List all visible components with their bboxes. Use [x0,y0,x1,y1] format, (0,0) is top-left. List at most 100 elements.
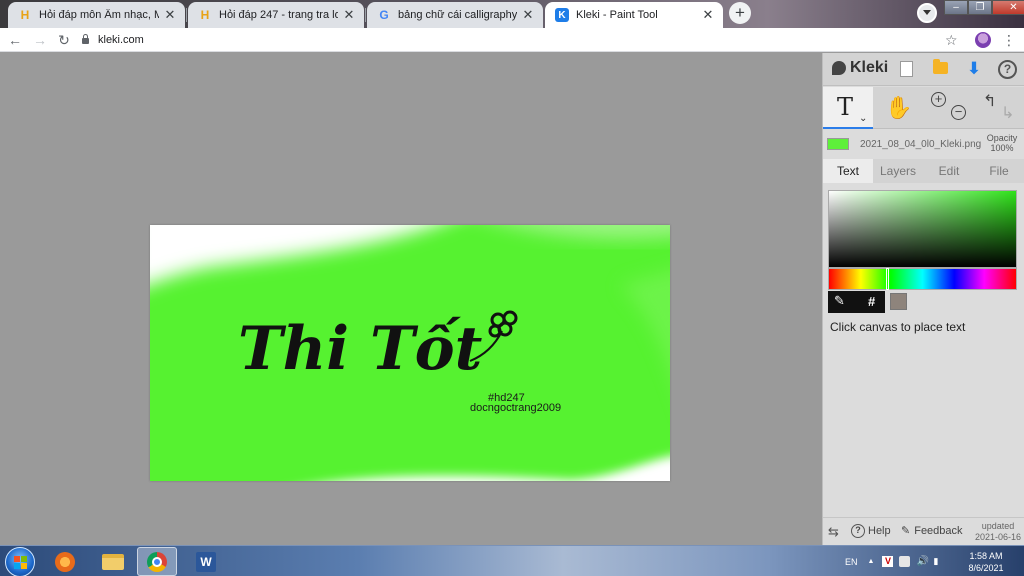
color-saturation-picker[interactable] [828,190,1017,268]
hue-slider-handle[interactable] [886,268,889,290]
text-tool-button[interactable]: T ⌄ [823,87,873,129]
redo-icon[interactable]: ↳ [1001,103,1014,123]
caption-author: docngoctrang2009 [470,402,562,414]
chrome-icon [147,551,167,572]
tab-edit[interactable]: Edit [924,159,974,183]
show-hidden-icons-icon[interactable]: ▲ [868,558,875,565]
minimize-icon[interactable]: – [944,0,968,15]
system-tray: EN ▲ V 🔊 ▮ [845,546,950,576]
window-controls: – ❐ ✕ [944,0,1024,16]
taskbar-media-player[interactable] [45,547,85,576]
profile-dropdown-icon[interactable] [917,3,937,23]
feedback-pen-icon: ✎ [901,525,911,537]
system-clock[interactable]: 1:58 AM 8/6/2021 [962,550,1010,574]
undo-icon[interactable]: ↰ [983,91,996,111]
panel-tabs: Text Layers Edit File [823,159,1024,183]
opacity-label: Opacity [986,133,1018,143]
signal-icon[interactable]: ▮ [933,556,944,567]
hoidap-favicon-icon: H [20,8,30,22]
back-icon[interactable]: ← [6,31,24,49]
canvas-workspace[interactable]: Thi Tốt #hd247 docngoctrang2009 [0,53,822,545]
address-bar[interactable]: kleki.com [82,31,144,49]
drawing-canvas[interactable]: Thi Tốt #hd247 docngoctrang2009 [150,225,670,481]
white-brush-stroke-bottom [341,456,670,481]
zoom-in-icon[interactable]: + [931,92,946,107]
tool-row: T ⌄ ✋ + − ↰ ↳ [823,87,1024,129]
secondary-color-swatch[interactable] [890,293,907,310]
windows-taskbar: W EN ▲ V 🔊 ▮ 1:58 AM 8/6/2021 [0,545,1024,576]
bookmark-star-icon[interactable]: ☆ [945,31,958,49]
updated-info[interactable]: updated 2021-06-16 [974,521,1022,543]
tab-google-search[interactable]: G bảng chữ cái calligraphy - Googl ✕ [367,2,543,28]
hue-slider[interactable] [828,268,1017,290]
kleki-logo[interactable]: Kleki [832,59,888,77]
url-text: kleki.com [98,34,144,46]
tab-kleki[interactable]: K Kleki - Paint Tool ✕ [545,2,723,28]
language-indicator[interactable]: EN [845,557,858,567]
tab-hoi-dap-247[interactable]: H Hỏi đáp 247 - trang tra loi ✕ [188,2,364,28]
kleki-logo-text: Kleki [850,59,889,76]
profile-avatar[interactable] [975,32,991,48]
hand-tool-icon[interactable]: ✋ [885,95,912,121]
updated-label: updated [981,521,1015,531]
opacity-value: 100% [990,143,1014,153]
help-icon[interactable]: ? [998,60,1017,79]
eyedropper-icon[interactable]: ✎ [834,293,845,309]
vietnamese-ime-icon[interactable]: V [882,556,894,567]
lock-icon [82,34,89,44]
network-icon[interactable] [899,556,911,567]
new-tab-button[interactable]: + [729,2,751,24]
reload-icon[interactable]: ↻ [55,31,73,49]
google-favicon-icon: G [379,8,389,22]
start-button[interactable] [5,547,35,576]
hex-input-button[interactable]: # [868,294,875,309]
windows-logo-icon [14,556,27,569]
swap-panel-icon[interactable]: ⇆ [828,524,839,540]
chevron-down-icon[interactable]: ⌄ [859,113,867,124]
text-tool-hint: Click canvas to place text [830,320,966,334]
updated-date: 2021-06-16 [974,532,1022,542]
download-icon[interactable]: ⬇ [964,59,984,79]
headline-text: Thi Tốt [238,314,483,384]
help-link[interactable]: ? Help [851,524,891,538]
volume-icon[interactable]: 🔊 [916,556,928,567]
close-tab-icon[interactable]: ✕ [701,7,715,23]
close-window-icon[interactable]: ✕ [992,0,1024,15]
tab-hoi-dap-am-nhac[interactable]: H Hỏi đáp môn Âm nhạc, Mỹ thuật ✕ [8,2,185,28]
menu-icon[interactable]: ⋮ [1002,31,1016,49]
kleki-side-panel: Kleki ⬇ ? T ⌄ ✋ + − ↰ ↳ 2021_08_04_0l0_K… [822,53,1024,545]
feedback-link[interactable]: ✎ Feedback [901,524,963,538]
tab-separator [186,8,187,22]
taskbar-word[interactable]: W [186,547,226,576]
layer-thumbnail [827,138,849,150]
folder-icon [102,553,124,570]
feedback-label: Feedback [914,524,963,537]
panel-bottom-bar: ⇆ ? Help ✎ Feedback updated 2021-06-16 [823,517,1024,545]
light-brush-stroke-top-right [505,225,670,239]
clock-date: 8/6/2021 [968,563,1004,573]
taskbar-chrome[interactable] [137,547,177,576]
browser-toolbar: ← → ↻ kleki.com ☆ ⋮ [0,28,1024,52]
layer-name: 2021_08_04_0l0_Kleki.png [860,139,982,150]
tab-title: Kleki - Paint Tool [576,9,658,21]
tab-title: bảng chữ cái calligraphy - Googl [398,9,517,21]
open-folder-icon[interactable] [933,59,948,74]
close-tab-icon[interactable]: ✕ [342,7,356,23]
media-player-icon [55,551,75,572]
layer-preview-row[interactable]: 2021_08_04_0l0_Kleki.png Opacity 100% [823,131,1024,157]
kleki-top-bar: Kleki ⬇ ? [823,53,1024,86]
close-tab-icon[interactable]: ✕ [163,7,177,23]
taskbar-file-explorer[interactable] [93,547,133,576]
maximize-icon[interactable]: ❐ [968,0,992,15]
forward-icon[interactable]: → [31,31,49,49]
text-tool-icon: T [837,93,854,121]
browser-tab-strip: H Hỏi đáp môn Âm nhạc, Mỹ thuật ✕ H Hỏi … [0,0,1024,28]
new-image-icon[interactable] [900,61,913,77]
tab-layers[interactable]: Layers [873,159,923,183]
tab-text[interactable]: Text [823,159,873,183]
zoom-out-icon[interactable]: − [951,105,966,120]
close-tab-icon[interactable]: ✕ [521,7,535,23]
tab-file[interactable]: File [974,159,1024,183]
white-brush-stroke-top [150,225,436,285]
word-icon: W [196,551,216,572]
